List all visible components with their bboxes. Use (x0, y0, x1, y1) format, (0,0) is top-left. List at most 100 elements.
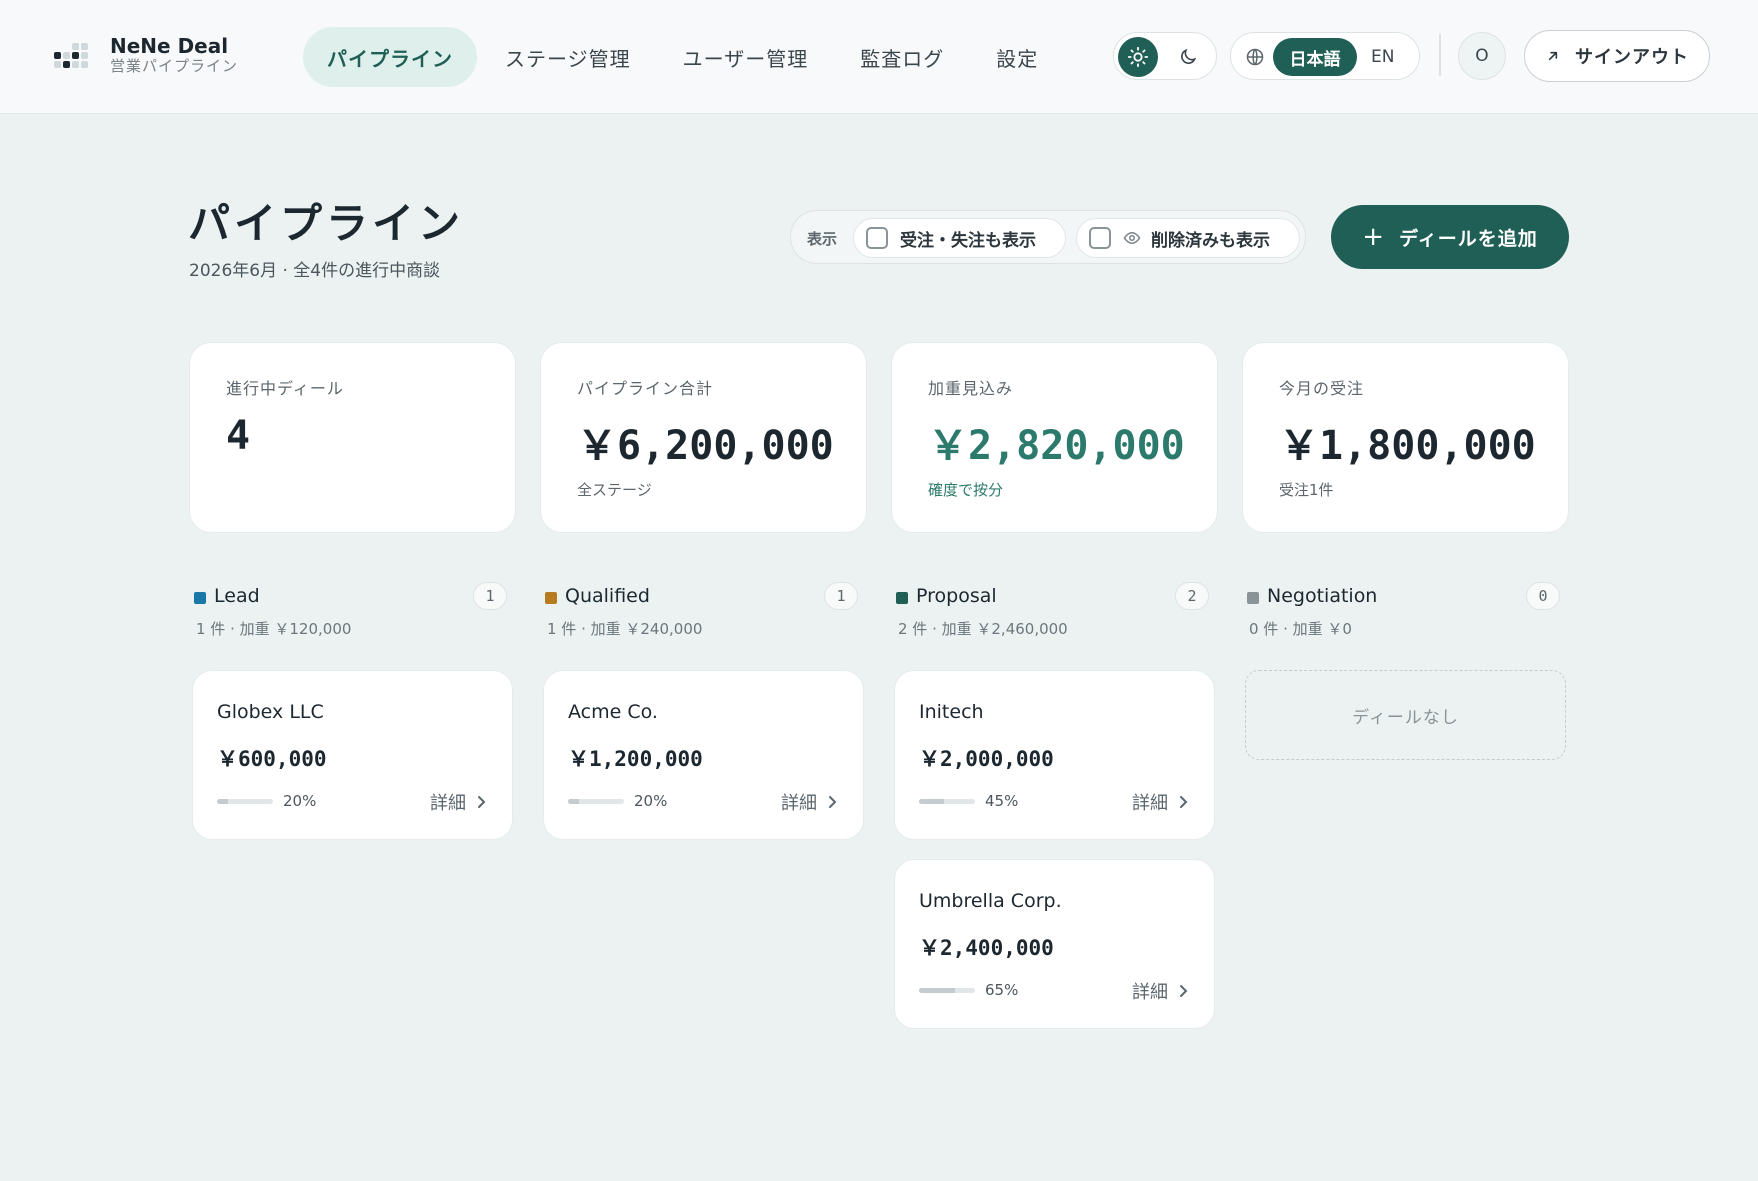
stat-note: 確度で按分 (928, 481, 1004, 499)
add-deal-button[interactable]: + ディールを追加 (1331, 205, 1569, 269)
stage-name: Proposal (916, 585, 997, 607)
plus-icon: + (1362, 222, 1386, 252)
signout-button[interactable]: サインアウト (1524, 30, 1710, 82)
show-deleted-checkbox[interactable]: 削除済みも表示 (1076, 218, 1300, 258)
deal-amount: ￥1,200,000 (568, 747, 703, 771)
stat-label: 進行中ディール (226, 379, 344, 398)
detail-label: 詳細 (1132, 982, 1168, 1003)
show-closed-checkbox[interactable]: 受注・失注も表示 (853, 218, 1066, 258)
stage-meta: 2 件 · 加重 ￥2,460,000 (898, 620, 1068, 638)
show-closed-label: 受注・失注も表示 (900, 230, 1036, 251)
stage-column-proposal: Proposal 2 2 件 · 加重 ￥2,460,000 (892, 582, 1212, 644)
probability-bar (217, 799, 273, 804)
checkbox-box (1089, 227, 1111, 249)
stage-color-dot (1247, 592, 1259, 604)
header-divider (1439, 34, 1441, 76)
light-theme-button[interactable] (1118, 37, 1158, 77)
stage-count-badge: 1 (824, 582, 858, 610)
nav-stage-management[interactable]: ステージ管理 (481, 27, 655, 87)
stat-card-pipeline-total: パイプライン合計 ￥6,200,000 全ステージ (540, 342, 867, 533)
deal-name: Acme Co. (568, 701, 658, 723)
arrow-up-right-icon (1548, 51, 1558, 61)
language-en-button[interactable]: EN (1371, 38, 1394, 76)
add-deal-label: ディールを追加 (1399, 227, 1538, 250)
language-ja-button[interactable]: 日本語 (1273, 38, 1357, 76)
stat-note: 受注1件 (1279, 481, 1334, 499)
nav-settings[interactable]: 設定 (972, 27, 1062, 87)
page-subtitle: 2026年6月 · 全4件の進行中商談 (189, 261, 441, 281)
probability-bar (919, 799, 975, 804)
deal-card-umbrella[interactable]: Umbrella Corp. ￥2,400,000 65% 詳細 (894, 859, 1215, 1029)
stage-column-lead: Lead 1 1 件 · 加重 ￥120,000 (190, 582, 510, 644)
brand[interactable]: NeNe Deal 営業パイプライン (52, 36, 238, 74)
chevron-right-icon (1180, 796, 1188, 808)
sun-icon (1127, 46, 1149, 68)
stage-meta: 1 件 · 加重 ￥120,000 (196, 620, 352, 638)
deal-name: Initech (919, 701, 984, 723)
stat-value: ￥2,820,000 (928, 423, 1185, 469)
theme-toggle (1113, 32, 1217, 80)
dark-theme-button[interactable] (1168, 37, 1208, 77)
deal-probability: 65% (985, 981, 1019, 999)
chevron-right-icon (1180, 985, 1188, 997)
deal-card-acme[interactable]: Acme Co. ￥1,200,000 20% 詳細 (543, 670, 864, 840)
nav-audit-log[interactable]: 監査ログ (836, 27, 968, 87)
eye-icon (1123, 231, 1141, 245)
deal-card-globex[interactable]: Globex LLC ￥600,000 20% 詳細 (192, 670, 513, 840)
checkbox-box (866, 227, 888, 249)
stage-column-negotiation: Negotiation 0 0 件 · 加重 ￥0 (1243, 582, 1563, 644)
stat-card-weighted-forecast: 加重見込み ￥2,820,000 確度で按分 (891, 342, 1218, 533)
deal-card-initech[interactable]: Initech ￥2,000,000 45% 詳細 (894, 670, 1215, 840)
top-navigation-bar: NeNe Deal 営業パイプライン パイプライン ステージ管理 ユーザー管理 … (0, 0, 1758, 114)
probability-bar (919, 988, 975, 993)
stage-count-badge: 2 (1175, 582, 1209, 610)
deal-name: Umbrella Corp. (919, 890, 1062, 912)
detail-label: 詳細 (430, 793, 466, 814)
app-subtitle: 営業パイプライン (110, 57, 239, 75)
empty-stage-placeholder: ディールなし (1245, 670, 1566, 760)
globe-icon (1246, 48, 1264, 66)
stat-label: 今月の受注 (1279, 379, 1365, 398)
stage-name: Lead (214, 585, 260, 607)
deal-probability: 20% (634, 792, 668, 810)
stage-color-dot (896, 592, 908, 604)
probability-bar (568, 799, 624, 804)
deal-detail-link[interactable]: 詳細 (1132, 978, 1188, 1004)
display-filters: 表示 受注・失注も表示 削除済みも表示 (790, 210, 1306, 264)
stage-color-dot (194, 592, 206, 604)
stat-value: 4 (226, 413, 251, 459)
app-logo-icon (52, 37, 88, 73)
page-title: パイプライン (188, 199, 465, 248)
moon-icon (1181, 48, 1197, 64)
detail-label: 詳細 (1132, 793, 1168, 814)
chevron-right-icon (829, 796, 837, 808)
show-deleted-label: 削除済みも表示 (1151, 230, 1270, 251)
stat-card-monthly-won: 今月の受注 ￥1,800,000 受注1件 (1242, 342, 1569, 533)
main-nav: パイプライン ステージ管理 ユーザー管理 監査ログ 設定 (303, 27, 1066, 87)
stat-label: パイプライン合計 (577, 379, 714, 398)
chevron-right-icon (478, 796, 486, 808)
deal-probability: 20% (283, 792, 317, 810)
deal-detail-link[interactable]: 詳細 (430, 789, 486, 815)
stage-color-dot (545, 592, 557, 604)
deal-name: Globex LLC (217, 701, 324, 723)
avatar[interactable]: O (1458, 32, 1506, 80)
detail-label: 詳細 (781, 793, 817, 814)
stage-meta: 0 件 · 加重 ￥0 (1249, 620, 1352, 638)
deal-amount: ￥2,000,000 (919, 747, 1054, 771)
deal-probability: 45% (985, 792, 1019, 810)
stat-label: 加重見込み (928, 379, 1014, 398)
stat-value: ￥6,200,000 (577, 423, 834, 469)
stat-card-active-deals: 進行中ディール 4 (189, 342, 516, 533)
nav-pipeline[interactable]: パイプライン (303, 27, 477, 87)
deal-detail-link[interactable]: 詳細 (1132, 789, 1188, 815)
deal-amount: ￥600,000 (217, 747, 327, 771)
stage-meta: 1 件 · 加重 ￥240,000 (547, 620, 703, 638)
stage-column-qualified: Qualified 1 1 件 · 加重 ￥240,000 (541, 582, 861, 644)
stage-name: Qualified (565, 585, 650, 607)
deal-detail-link[interactable]: 詳細 (781, 789, 837, 815)
signout-label: サインアウト (1575, 47, 1689, 68)
filters-label: 表示 (807, 230, 838, 248)
nav-user-management[interactable]: ユーザー管理 (659, 27, 833, 87)
stage-count-badge: 1 (473, 582, 507, 610)
